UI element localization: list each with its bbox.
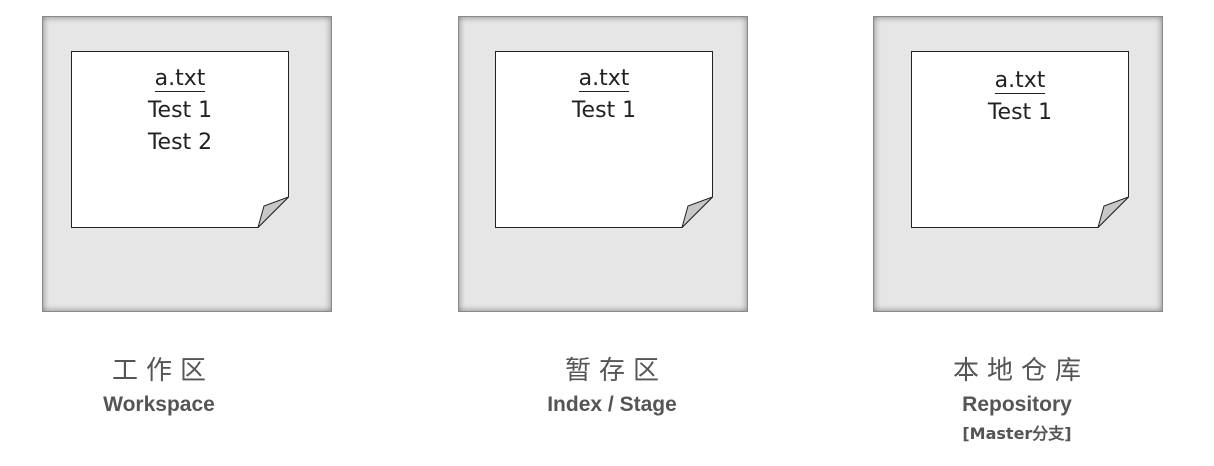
file-name: a.txt: [154, 66, 206, 92]
index-file-note: a.txt Test 1: [495, 51, 713, 228]
workspace-title-en: Workspace: [103, 393, 215, 416]
file-line: Test 1: [147, 98, 213, 123]
index-title-en: Index / Stage: [547, 393, 677, 416]
file-line: Test 2: [147, 130, 213, 155]
index-caption: 暂存区 Index / Stage: [462, 354, 762, 419]
workspace-caption: 工作区 Workspace: [9, 354, 309, 419]
repository-title-cn: 本地仓库: [952, 356, 1089, 386]
index-panel: a.txt Test 1: [458, 16, 748, 312]
workspace-file-note: a.txt Test 1 Test 2: [71, 51, 289, 228]
workspace-panel: a.txt Test 1 Test 2: [42, 16, 332, 312]
repository-branch-label: [Master分支]: [962, 424, 1072, 443]
file-name: a.txt: [994, 68, 1046, 94]
workspace-title-cn: 工作区: [111, 356, 214, 386]
index-title-cn: 暂存区: [564, 356, 667, 386]
file-line: Test 1: [571, 98, 637, 123]
file-line: Test 1: [987, 100, 1053, 125]
repository-caption: 本地仓库 Repository [Master分支]: [867, 354, 1167, 445]
repository-title-en: Repository: [962, 393, 1072, 416]
repository-file-note: a.txt Test 1: [911, 51, 1129, 228]
repository-panel: a.txt Test 1: [873, 16, 1163, 312]
file-name: a.txt: [578, 66, 630, 92]
